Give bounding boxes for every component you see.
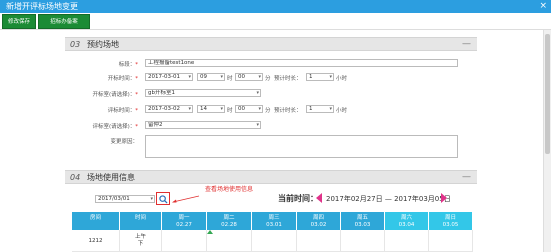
column-header-day: 周二 02.28: [207, 212, 252, 230]
pingbiao-room-label: 评标室(请选择)：*: [92, 124, 138, 130]
window-title: 新增开评标场地变更: [6, 2, 78, 11]
table-row: 1212 上午 下: [72, 230, 473, 252]
collapse-icon[interactable]: —: [462, 38, 471, 50]
next-week-icon[interactable]: [441, 193, 447, 203]
time-cell: 上午 下: [120, 230, 162, 252]
collapse-icon[interactable]: —: [462, 171, 471, 183]
biaoduan-label: 标段：*: [118, 62, 138, 68]
column-header-day: 周日 03.05: [429, 212, 473, 230]
column-header-day: 周三 03.01: [252, 212, 297, 230]
pingbiao-minute-select[interactable]: 00: [235, 105, 263, 113]
booked-marker-icon: [207, 230, 213, 234]
hour-unit: 时: [227, 108, 233, 114]
column-header-day: 周一 02.27: [162, 212, 207, 230]
slot-cell[interactable]: [207, 230, 252, 252]
minute-unit: 分: [265, 76, 271, 82]
slot-cell[interactable]: [252, 230, 297, 252]
duration-unit: 小时: [336, 76, 348, 82]
pingbiao-time-label: 评标时间：*: [107, 108, 138, 114]
kaibiao-date-field[interactable]: 2017-03-01: [145, 73, 193, 81]
section-number: 04: [70, 173, 81, 182]
slot-cell[interactable]: [162, 230, 207, 252]
schedule-grid-header: 房间 时间 周一 02.27 周二 02.28 周三 03.01 周四 03.02 周五…: [72, 212, 473, 230]
section-header-usage: 04 场地使用信息 —: [65, 170, 477, 184]
kaibiao-time-label: 开标时间：*: [107, 76, 138, 82]
kaibiao-minute-select[interactable]: 00: [235, 73, 263, 81]
toolbar: 修改保存 招标办备案: [0, 13, 551, 30]
room-cell: 1212: [72, 230, 120, 252]
section-title: 场地使用信息: [87, 173, 135, 182]
slot-cell[interactable]: [341, 230, 385, 252]
vertical-scrollbar[interactable]: [543, 30, 551, 252]
section-number: 03: [70, 40, 81, 49]
pingbiao-room-select[interactable]: 留仲2: [145, 121, 261, 129]
duration-label: 预计时长：: [274, 76, 302, 82]
prev-week-icon[interactable]: [316, 193, 322, 203]
duration-label: 预计时长：: [274, 108, 302, 114]
column-header-time: 时间: [120, 212, 162, 230]
current-time-label: 当前时间：: [278, 194, 318, 203]
column-header-day: 周六 03.04: [385, 212, 429, 230]
window-titlebar: 新增开评标场地变更 ×: [0, 0, 551, 13]
column-header-room: 房间: [72, 212, 120, 230]
duration-unit: 小时: [336, 108, 348, 114]
change-reason-label: 变更原因：: [110, 139, 138, 145]
slot-cell[interactable]: [385, 230, 429, 252]
minute-unit: 分: [265, 108, 271, 114]
pingbiao-duration-select[interactable]: 1: [306, 105, 334, 113]
annotation-text: 查看场地使用信息: [205, 186, 254, 193]
hour-unit: 时: [227, 76, 233, 82]
slot-cell[interactable]: [429, 230, 473, 252]
close-icon[interactable]: ×: [539, 0, 547, 13]
biaoduan-field[interactable]: 工程报备test1one: [145, 59, 458, 67]
kaibiao-duration-select[interactable]: 1: [306, 73, 334, 81]
slot-cell[interactable]: [297, 230, 341, 252]
section-header-booking: 03 预约场地 —: [65, 37, 477, 51]
kaibiao-room-label: 开标室(请选择)：*: [92, 92, 138, 98]
search-button[interactable]: [156, 192, 170, 205]
change-reason-textarea[interactable]: [145, 135, 458, 158]
kaibiao-room-select[interactable]: gb开标室1: [145, 89, 261, 97]
pingbiao-date-field[interactable]: 2017-03-02: [145, 105, 193, 113]
usage-date-select[interactable]: 2017/03/01: [95, 195, 155, 203]
column-header-day: 周四 03.02: [297, 212, 341, 230]
column-header-day: 周五 03.03: [341, 212, 385, 230]
section-title: 预约场地: [87, 40, 119, 49]
scrollbar-thumb[interactable]: [545, 34, 550, 154]
submit-record-button[interactable]: 招标办备案: [38, 14, 90, 29]
kaibiao-hour-select[interactable]: 09: [197, 73, 225, 81]
save-button[interactable]: 修改保存: [2, 14, 36, 29]
search-icon: [159, 195, 168, 204]
pingbiao-hour-select[interactable]: 14: [197, 105, 225, 113]
week-range: 2017年02月27日 — 2017年03月05日: [326, 195, 451, 203]
annotation-arrow: [172, 195, 200, 203]
